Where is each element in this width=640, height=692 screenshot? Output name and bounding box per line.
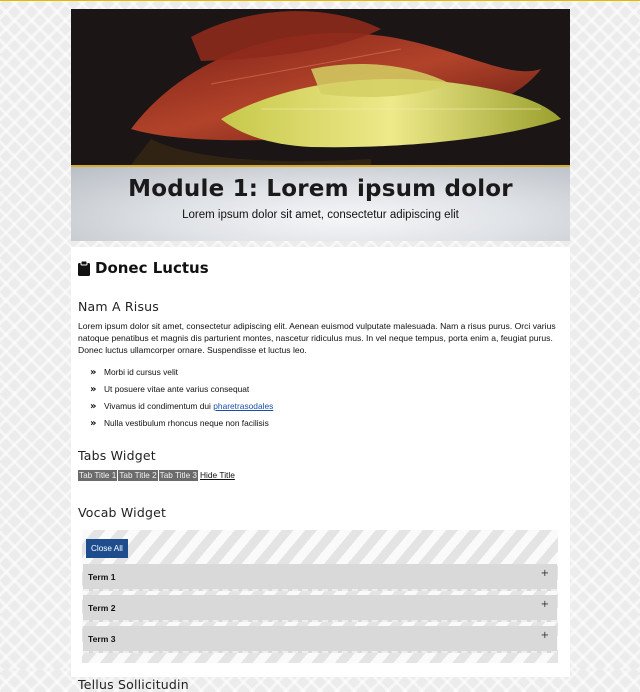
term-label: Term 2 <box>88 602 116 613</box>
vocab-widget: Close All Term 1 + Term 2 + Term 3 + <box>82 530 558 663</box>
section-title: Donec Luctus <box>78 259 563 277</box>
list-item: » Vivamus id condimentum dui pharetrasod… <box>90 398 563 415</box>
list-item-text: Morbi id cursus velit <box>104 367 179 377</box>
close-all-button[interactable]: Close All <box>86 539 128 558</box>
nam-paragraph: Lorem ipsum dolor sit amet, consectetur … <box>78 321 556 355</box>
double-chevron-right-icon: » <box>90 366 97 378</box>
list-item: » Nulla vestibulum rhoncus neque non fac… <box>90 415 563 432</box>
module-subtitle: Lorem ipsum dolor sit amet, consectetur … <box>182 209 459 221</box>
term-label: Term 3 <box>88 633 116 644</box>
content-panel: Donec Luctus Nam A Risus Lorem ipsum dol… <box>71 247 570 692</box>
hero-image <box>71 9 570 165</box>
tab-title-1[interactable]: Tab Title 1 <box>78 469 118 481</box>
tab-bar: Tab Title 1 Tab Title 2 Tab Title 3 Hide… <box>78 469 563 481</box>
page: Module 1: Lorem ipsum dolor Lorem ipsum … <box>71 9 570 692</box>
list-item: » Morbi id cursus velit <box>90 364 563 381</box>
bullet-list: » Morbi id cursus velit » Ut posuere vit… <box>78 364 563 432</box>
term-label: Term 1 <box>88 571 116 582</box>
vocab-widget-heading: Vocab Widget <box>78 505 167 520</box>
list-item: » Ut posuere vitae ante varius consequat <box>90 381 563 398</box>
vocab-term-2[interactable]: Term 2 + <box>83 595 557 622</box>
next-section-heading: Tellus Sollicitudin <box>78 677 189 692</box>
hide-title-link[interactable]: Hide Title <box>200 470 235 480</box>
vocab-term-1[interactable]: Term 1 + <box>83 564 557 591</box>
list-item-text: Nulla vestibulum rhoncus neque non facil… <box>104 418 269 428</box>
module-title-band: Module 1: Lorem ipsum dolor Lorem ipsum … <box>71 165 570 241</box>
double-chevron-right-icon: » <box>90 400 97 412</box>
module-title: Module 1: Lorem ipsum dolor <box>128 176 513 202</box>
tab-title-2[interactable]: Tab Title 2 <box>118 469 158 481</box>
pharetrasodales-link[interactable]: pharetrasodales <box>213 401 273 411</box>
nam-heading: Nam A Risus <box>78 299 159 314</box>
list-item-text: Ut posuere vitae ante varius consequat <box>104 384 250 394</box>
list-item-text-part: Vivamus id condimentum dui <box>104 401 214 411</box>
clipboard-icon <box>78 260 90 276</box>
plus-icon: + <box>540 630 549 641</box>
vocab-term-3[interactable]: Term 3 + <box>83 626 557 653</box>
tabs-widget-heading: Tabs Widget <box>78 448 156 463</box>
double-chevron-right-icon: » <box>90 383 97 395</box>
tab-title-3[interactable]: Tab Title 3 <box>158 469 198 481</box>
plus-icon: + <box>540 568 549 579</box>
plus-icon: + <box>540 599 549 610</box>
double-chevron-right-icon: » <box>90 417 97 429</box>
section-title-text: Donec Luctus <box>95 259 209 277</box>
list-item-text: Vivamus id condimentum dui pharetrasodal… <box>104 398 273 415</box>
